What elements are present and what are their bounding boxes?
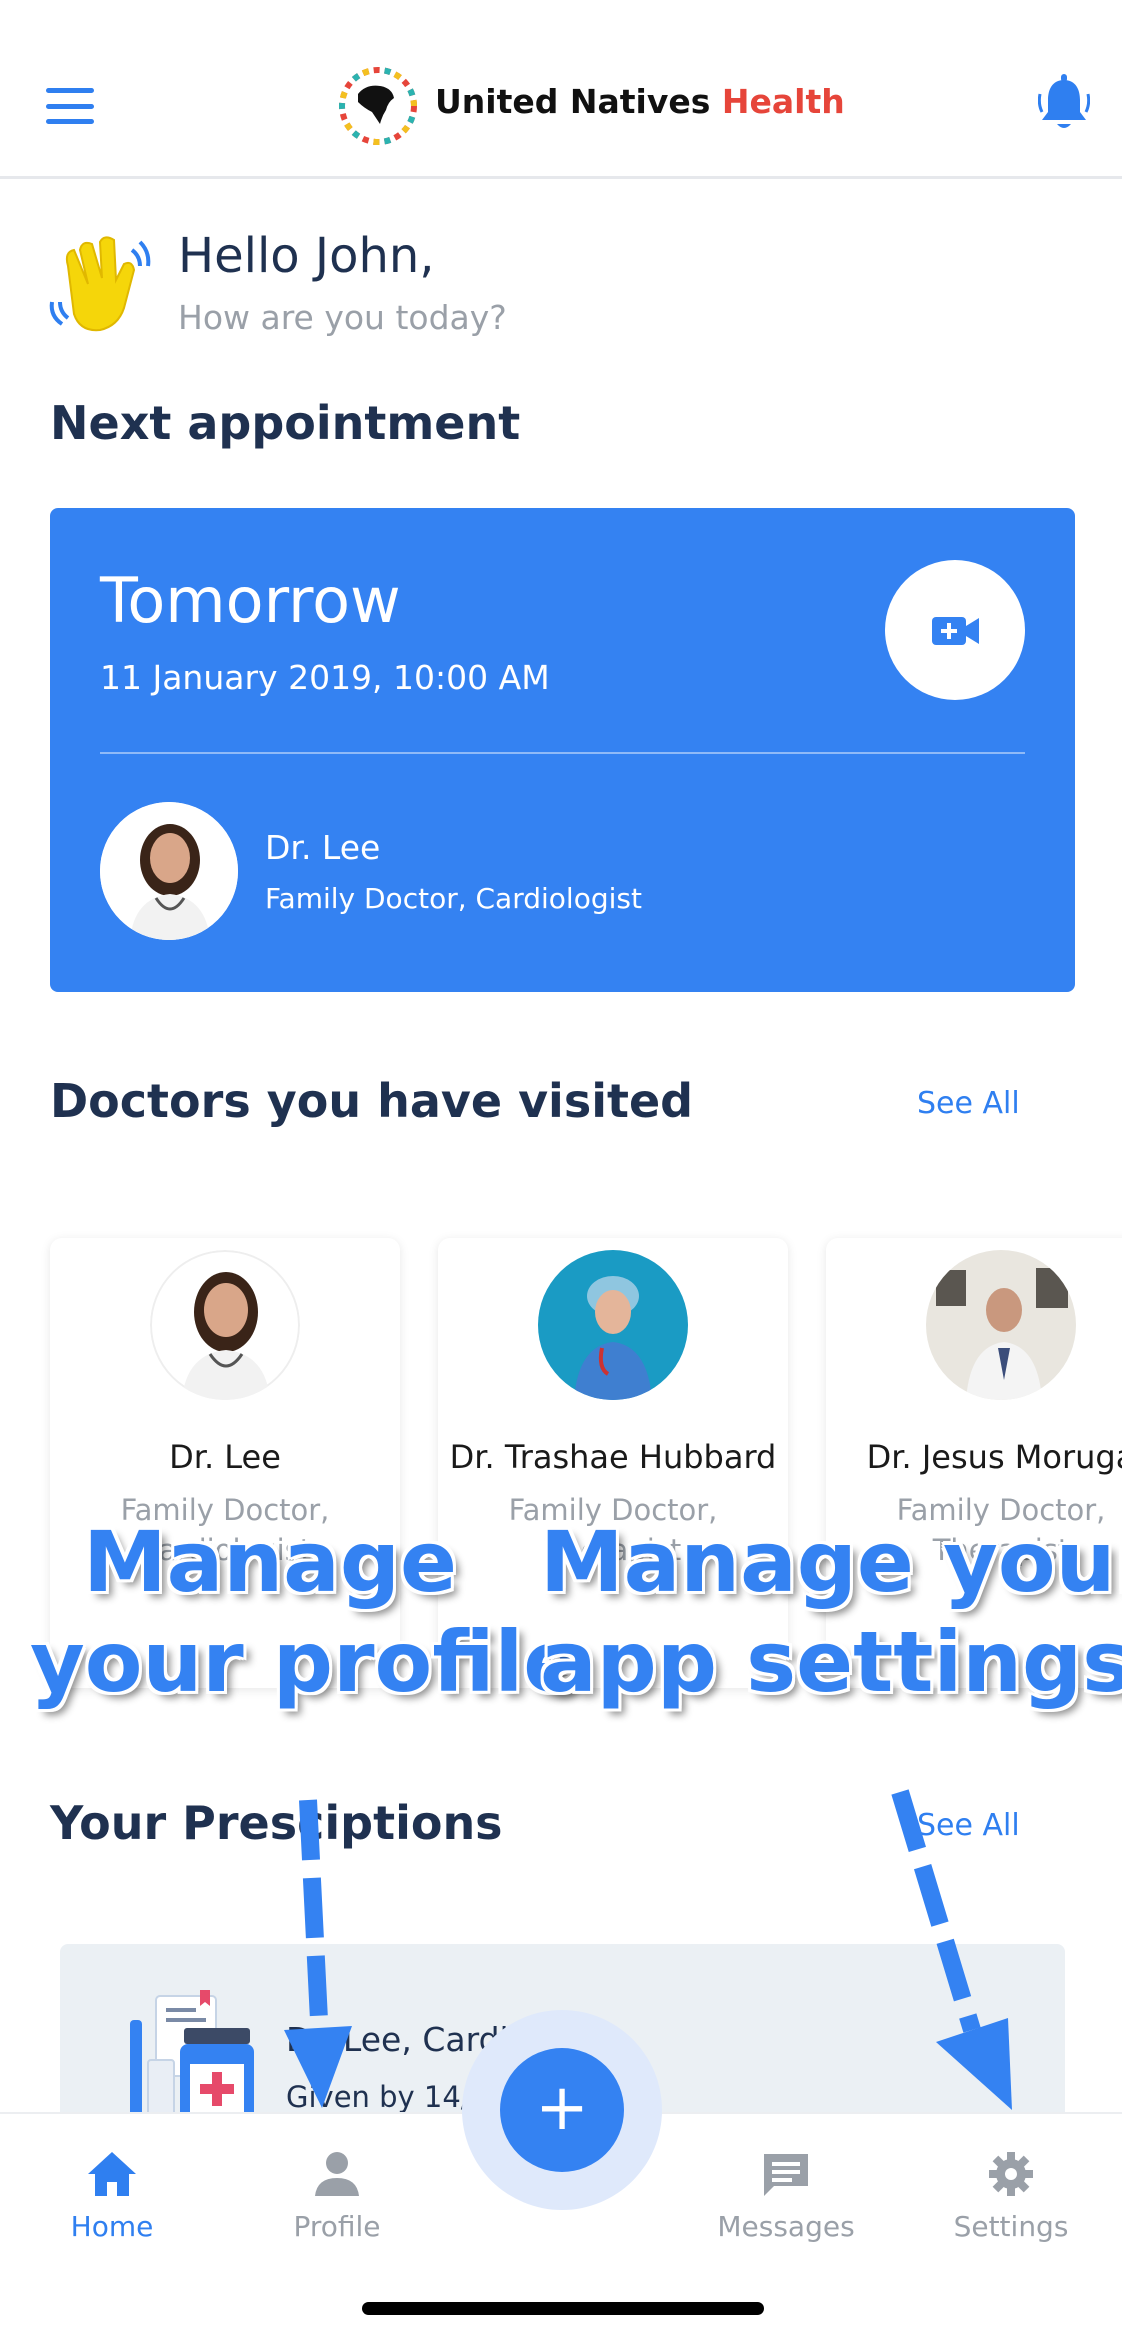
tab-messages-label: Messages xyxy=(717,2210,855,2243)
arrow-down-icon xyxy=(891,1789,1012,2110)
doctor-name: Dr. Trashae Hubbard xyxy=(449,1438,777,1476)
notification-bell-icon[interactable] xyxy=(1038,74,1090,134)
next-appointment-heading: Next appointment xyxy=(50,396,521,450)
doctor-name: Dr. Lee xyxy=(169,1438,281,1476)
tab-messages[interactable]: Messages xyxy=(686,2128,886,2243)
tab-home-label: Home xyxy=(70,2210,154,2243)
tab-profile[interactable]: Profile xyxy=(237,2128,437,2243)
doctor-avatar xyxy=(926,1250,1076,1400)
settings-annotation-line: app settings xyxy=(540,1613,1122,1711)
next-appointment-card[interactable]: Tomorrow 11 January 2019, 10:00 AM Dr. L… xyxy=(50,508,1075,992)
hamburger-menu-icon[interactable] xyxy=(46,88,94,124)
tab-settings[interactable]: Settings xyxy=(911,2128,1111,2243)
prescriptions-heading: Your Presciptions xyxy=(50,1796,503,1850)
doctors-visited-heading: Doctors you have visited xyxy=(50,1074,694,1128)
appointment-doctor-name: Dr. Lee xyxy=(265,828,381,867)
home-icon xyxy=(88,2152,136,2196)
doctor-name: Dr. Jesus Moruga xyxy=(866,1438,1122,1476)
profile-annotation: Manage your profile xyxy=(30,1512,581,1712)
waving-hand-icon xyxy=(49,236,151,332)
profile-icon xyxy=(315,2152,359,2196)
video-call-plus-icon xyxy=(932,617,979,645)
messages-icon xyxy=(764,2154,808,2196)
doctor-avatar xyxy=(150,1250,300,1400)
profile-annotation-line: your profile xyxy=(30,1613,581,1711)
doctor-avatar xyxy=(100,802,238,940)
tab-profile-label: Profile xyxy=(293,2210,381,2243)
doctors-see-all-link[interactable]: See All xyxy=(917,1086,1020,1121)
doctor-avatar xyxy=(538,1250,688,1400)
arrow-down-icon xyxy=(284,1799,352,2108)
brand-accent: Health xyxy=(721,82,845,121)
tab-home[interactable]: Home xyxy=(12,2128,212,2243)
home-indicator xyxy=(362,2302,764,2315)
greeting-subtitle: How are you today? xyxy=(178,298,507,337)
appointment-datetime: 11 January 2019, 10:00 AM xyxy=(100,658,550,697)
app-brand-title: United Natives Health xyxy=(435,82,845,121)
profile-annotation-line: Manage xyxy=(83,1513,457,1611)
add-button[interactable]: + xyxy=(500,2048,624,2172)
settings-annotation: Manage your app settings xyxy=(540,1512,1122,1712)
app-header: United Natives Health xyxy=(0,0,1122,179)
gear-icon xyxy=(989,2152,1033,2196)
settings-annotation-line: Manage your xyxy=(540,1513,1122,1611)
tab-settings-label: Settings xyxy=(953,2210,1069,2243)
appointment-doctor-specialty: Family Doctor, Cardiologist xyxy=(265,882,642,915)
greeting-title: Hello John, xyxy=(178,228,435,284)
plus-icon: + xyxy=(535,2071,589,2145)
logo-icon xyxy=(339,67,417,145)
appointment-divider xyxy=(100,752,1025,754)
video-call-button[interactable] xyxy=(885,560,1025,700)
brand-name: United Natives xyxy=(435,82,722,121)
appointment-day: Tomorrow xyxy=(100,564,401,637)
